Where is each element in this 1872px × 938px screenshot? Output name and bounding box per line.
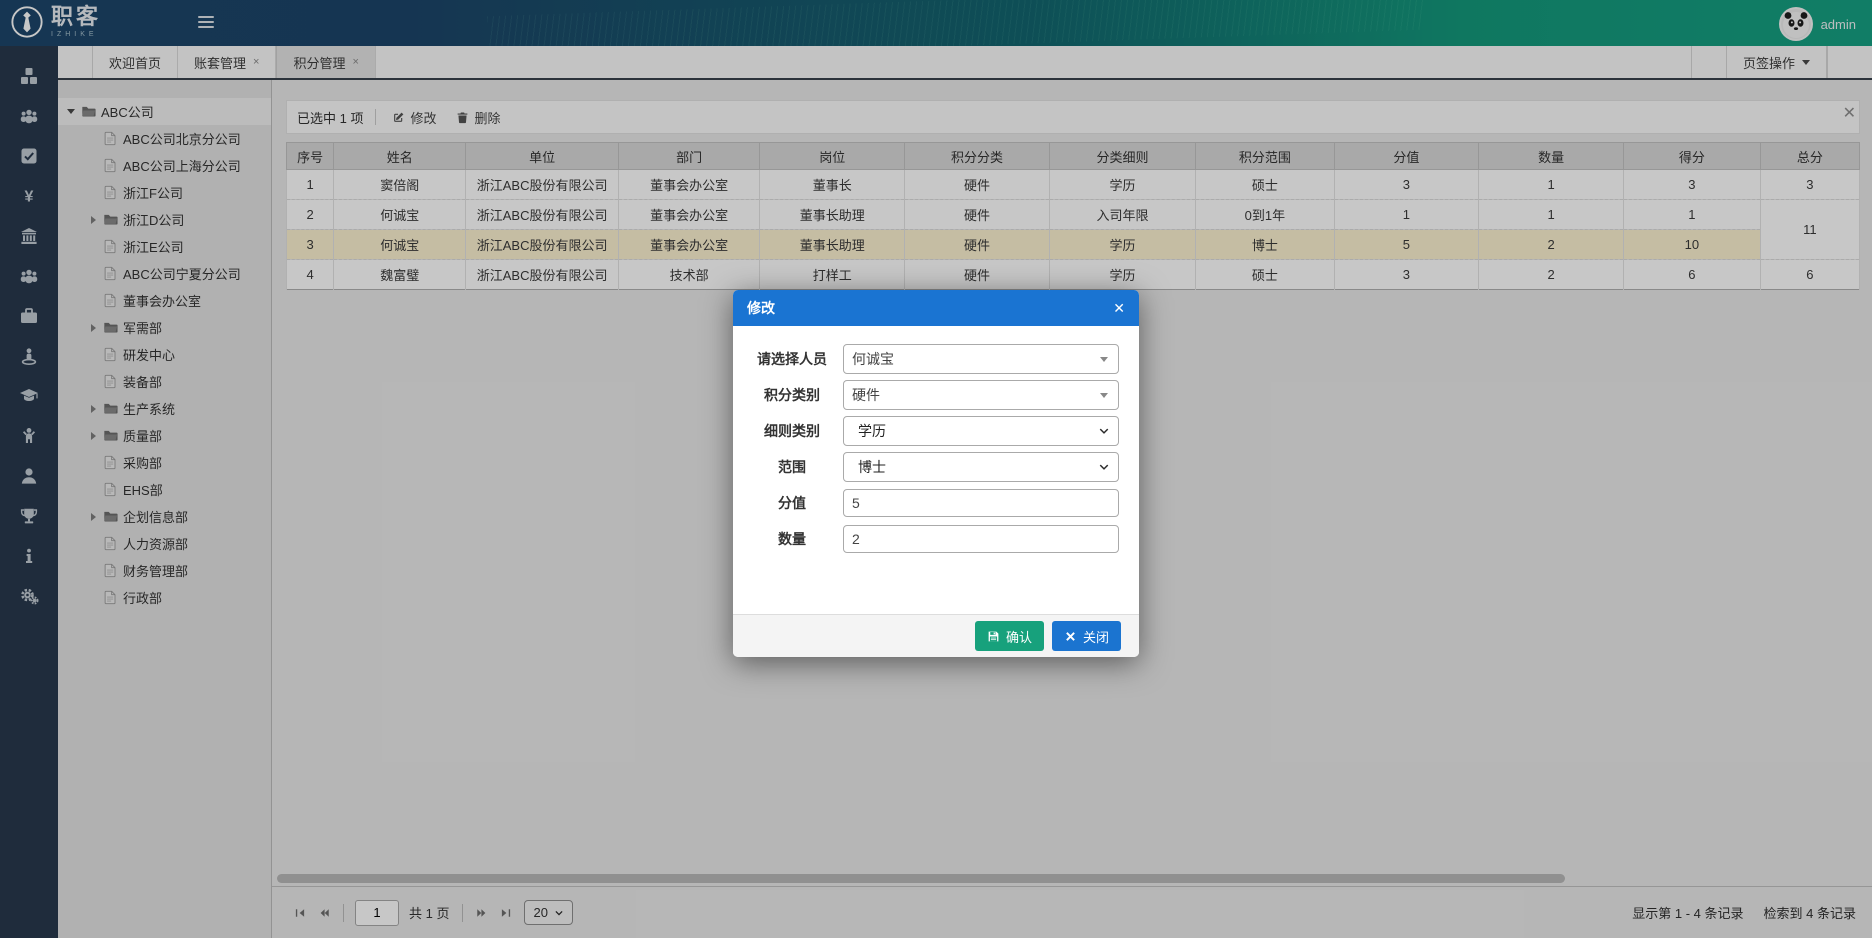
field-label: 积分类别 [749, 385, 835, 405]
select2-dropdown-1[interactable]: 何诚宝 [843, 344, 1119, 374]
select-dropdown-3[interactable]: 学历 [843, 416, 1119, 446]
modal-close-icon[interactable]: ✕ [1113, 301, 1125, 315]
modal-field: 分值 [749, 488, 1119, 518]
field-control: 博士 [843, 452, 1119, 482]
field-input-5[interactable] [843, 489, 1119, 517]
field-control [843, 525, 1119, 553]
selected-value: 学历 [844, 421, 886, 441]
confirm-button[interactable]: 确认 [975, 621, 1044, 651]
select2-dropdown-2[interactable]: 硬件 [843, 380, 1119, 410]
chevron-down-icon [1098, 425, 1110, 440]
modal-fields: 请选择人员何诚宝积分类别硬件细则类别学历范围博士分值数量 [749, 344, 1119, 554]
confirm-button-label: 确认 [1006, 627, 1032, 646]
modal-field: 积分类别硬件 [749, 380, 1119, 410]
field-control: 何诚宝 [843, 344, 1119, 374]
modal-field: 请选择人员何诚宝 [749, 344, 1119, 374]
chevron-down-icon [1098, 461, 1110, 476]
field-label: 细则类别 [749, 421, 835, 441]
field-control: 学历 [843, 416, 1119, 446]
modal-header: 修改 ✕ [733, 290, 1139, 326]
field-control [843, 489, 1119, 517]
application-window: 职客 IZHIKE admin 欢迎首页账套管理×积分管理× 页签操作 [0, 0, 1872, 938]
modal-footer: 确认 关闭 [733, 614, 1139, 657]
modal-field: 细则类别学历 [749, 416, 1119, 446]
modal-field: 范围博士 [749, 452, 1119, 482]
close-icon [1064, 630, 1077, 643]
field-label: 请选择人员 [749, 349, 835, 369]
close-button-label: 关闭 [1083, 627, 1109, 646]
edit-modal: 修改 ✕ 请选择人员何诚宝积分类别硬件细则类别学历范围博士分值数量 确认 关闭 [733, 290, 1139, 657]
save-icon [987, 630, 1000, 643]
field-label: 范围 [749, 457, 835, 477]
selected-value: 博士 [844, 457, 886, 477]
caret-down-icon [1100, 393, 1108, 398]
close-button[interactable]: 关闭 [1052, 621, 1121, 651]
selected-value: 何诚宝 [844, 349, 894, 369]
select-dropdown-4[interactable]: 博士 [843, 452, 1119, 482]
modal-body: 请选择人员何诚宝积分类别硬件细则类别学历范围博士分值数量 [733, 326, 1139, 614]
modal-field: 数量 [749, 524, 1119, 554]
field-label: 分值 [749, 493, 835, 513]
field-input-6[interactable] [843, 525, 1119, 553]
selected-value: 硬件 [844, 385, 880, 405]
caret-down-icon [1100, 357, 1108, 362]
field-control: 硬件 [843, 380, 1119, 410]
modal-title: 修改 [747, 298, 775, 318]
field-label: 数量 [749, 529, 835, 549]
